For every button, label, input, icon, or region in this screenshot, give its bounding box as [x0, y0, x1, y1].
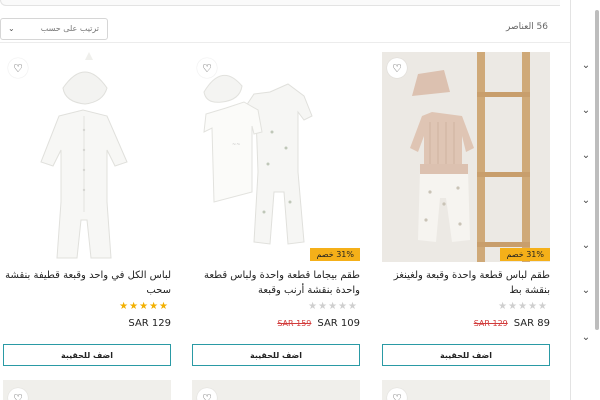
star-filled-icon: ★	[129, 301, 140, 312]
old-price: SAR 159	[277, 319, 312, 328]
chevron-down-icon: ⌄	[8, 24, 15, 33]
star-rating: ★★★★★	[308, 301, 358, 312]
product-photo-pyjama-set: ~~	[192, 52, 360, 262]
search-bar-edge	[0, 0, 560, 6]
product-image[interactable]: ♡	[3, 52, 171, 262]
star-filled-icon: ★	[149, 301, 160, 312]
star-empty-icon: ★	[328, 301, 339, 312]
product-photo-sleepsuit-hat	[3, 52, 171, 262]
star-empty-icon: ★	[538, 301, 548, 312]
product-photo-outfit-beige	[382, 52, 550, 262]
chevron-down-icon: ⌄	[581, 194, 591, 206]
discount-badge: 31% خصم	[310, 248, 360, 261]
svg-text:~~: ~~	[232, 142, 240, 148]
heart-icon[interactable]: ♡	[8, 58, 28, 78]
star-filled-icon: ★	[119, 301, 130, 312]
product-title[interactable]: لباس الكل في واحد وقبعة قطيفة بنقشة سحب	[3, 268, 171, 298]
product-card[interactable]: ♡ لباس الكل في واحد وقبعة قطيفة بنقشة سح…	[3, 52, 171, 374]
price-block: SAR 129 SAR 89	[474, 318, 550, 329]
add-to-bag-button[interactable]: اضف للحقيبة	[192, 344, 360, 366]
star-rating: ★★★★★	[119, 301, 169, 312]
chevron-down-icon: ⌄	[581, 59, 591, 71]
price-block: SAR 159 SAR 109	[277, 318, 360, 329]
product-card-partial[interactable]: ♡	[192, 380, 360, 400]
product-image[interactable]: ♡ 31% خصم	[382, 52, 550, 262]
current-price: SAR 89	[513, 318, 550, 329]
star-empty-icon: ★	[498, 301, 509, 312]
price-block: SAR 129	[128, 318, 171, 329]
product-title[interactable]: طقم بيجاما قطعة واحدة ولباس قطعة واحدة ب…	[192, 268, 360, 298]
star-empty-icon: ★	[348, 301, 358, 312]
product-card[interactable]: ♡ 31% خصم طقم لباس قطعة واحدة وقبعة ولغي…	[382, 52, 550, 374]
chevron-down-icon: ⌄	[581, 331, 591, 343]
sort-dropdown[interactable]: ترتيب على حسب ⌄	[0, 18, 108, 40]
star-empty-icon: ★	[318, 301, 329, 312]
product-card-partial[interactable]: ♡	[382, 380, 550, 400]
heart-icon[interactable]: ♡	[8, 388, 28, 400]
star-empty-icon: ★	[308, 301, 319, 312]
add-to-bag-button[interactable]: اضف للحقيبة	[382, 344, 550, 366]
chevron-down-icon: ⌄	[581, 104, 591, 116]
star-empty-icon: ★	[338, 301, 349, 312]
current-price: SAR 109	[317, 318, 360, 329]
listing-toolbar: ترتيب على حسب ⌄ 56 العناصر	[0, 16, 560, 42]
heart-icon[interactable]: ♡	[197, 58, 217, 78]
star-empty-icon: ★	[518, 301, 529, 312]
discount-badge: 31% خصم	[500, 248, 550, 261]
sort-placeholder: ترتيب على حسب	[40, 24, 99, 33]
star-rating: ★★★★★	[498, 301, 548, 312]
scrollbar[interactable]	[595, 10, 599, 330]
product-title[interactable]: طقم لباس قطعة واحدة وقبعة ولغينغز بنقشة …	[382, 268, 550, 298]
product-image[interactable]: ~~ ♡ 31% خصم	[192, 52, 360, 262]
star-empty-icon: ★	[528, 301, 539, 312]
chevron-down-icon: ⌄	[581, 239, 591, 251]
chevron-down-icon: ⌄	[581, 149, 591, 161]
chevron-down-icon: ⌄	[581, 284, 591, 296]
star-empty-icon: ★	[508, 301, 519, 312]
current-price: SAR 129	[128, 318, 171, 329]
product-card[interactable]: ~~ ♡ 31% خصم طقم بيجاما قطعة واحدة ولباس…	[192, 52, 360, 374]
toolbar-divider	[0, 42, 570, 43]
product-card-partial[interactable]: ♡	[3, 380, 171, 400]
item-count: 56 العناصر	[506, 22, 548, 32]
old-price: SAR 129	[473, 319, 508, 328]
star-filled-icon: ★	[139, 301, 150, 312]
heart-icon[interactable]: ♡	[387, 58, 407, 78]
add-to-bag-button[interactable]: اضف للحقيبة	[3, 344, 171, 366]
star-filled-icon: ★	[159, 301, 169, 312]
scrollbar-thumb[interactable]	[595, 10, 599, 330]
heart-icon[interactable]: ♡	[387, 388, 407, 400]
heart-icon[interactable]: ♡	[197, 388, 217, 400]
